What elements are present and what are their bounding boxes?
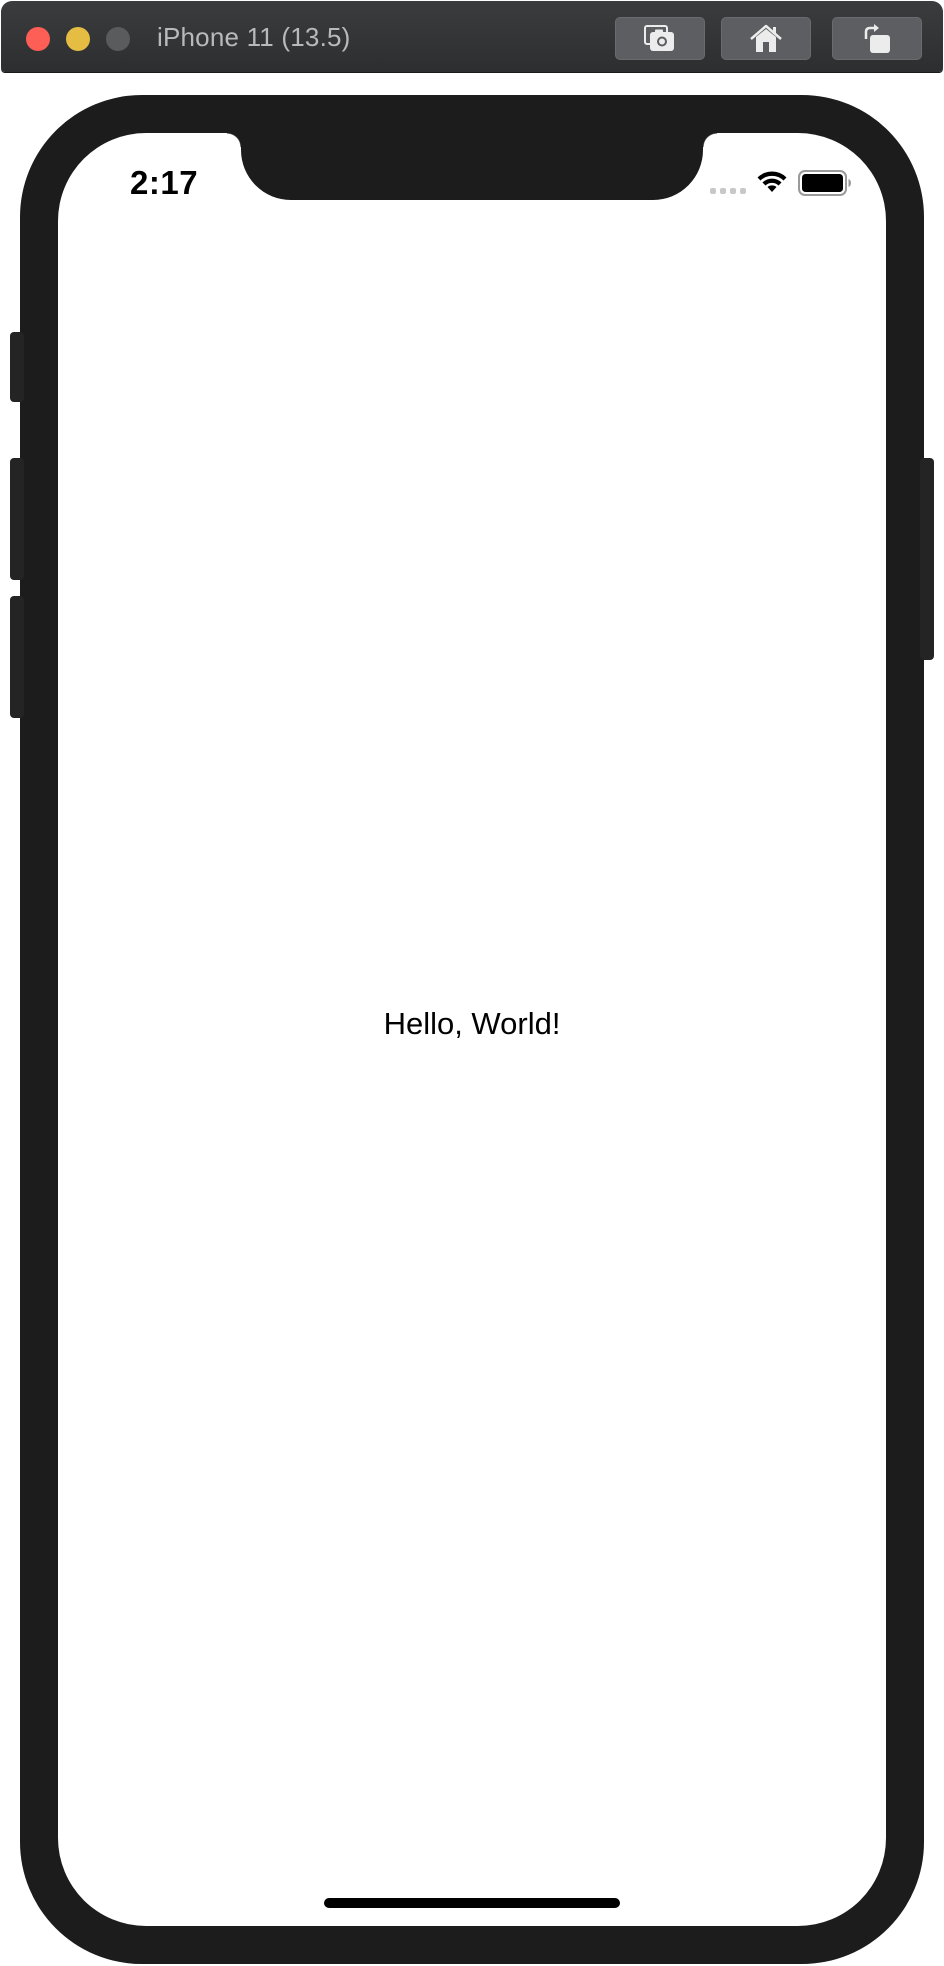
mute-switch: [10, 332, 24, 402]
volume-down-button: [10, 596, 24, 718]
rotate-button[interactable]: [832, 17, 922, 60]
window-title-bar[interactable]: iPhone 11 (13.5): [1, 1, 943, 72]
camera-icon: [643, 24, 677, 54]
simulator-window: iPhone 11 (13.5) 2:17 Hello, World!: [0, 0, 944, 1966]
notch: [227, 133, 717, 200]
home-button[interactable]: [721, 17, 811, 60]
battery-icon: [798, 170, 852, 201]
side-power-button: [920, 458, 934, 660]
screenshot-button[interactable]: [615, 17, 705, 60]
volume-up-button: [10, 458, 24, 580]
minimize-window-button[interactable]: [66, 27, 90, 51]
home-icon: [748, 24, 784, 54]
cellular-signal-icon: [710, 188, 746, 194]
rotate-icon: [860, 23, 894, 55]
wifi-icon: [756, 168, 788, 199]
window-title: iPhone 11 (13.5): [157, 22, 351, 52]
status-time: 2:17: [130, 164, 199, 201]
hello-world-text: Hello, World!: [383, 1006, 561, 1041]
home-indicator[interactable]: [324, 1898, 620, 1908]
close-window-button[interactable]: [26, 27, 50, 51]
zoom-window-button[interactable]: [106, 27, 130, 51]
